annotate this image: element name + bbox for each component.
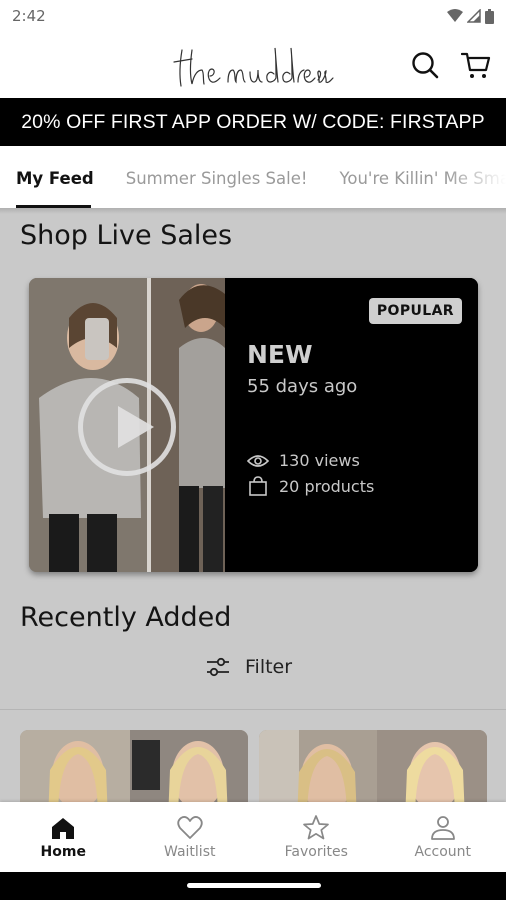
- tabs-fade: [446, 146, 506, 208]
- star-icon: [303, 815, 330, 840]
- bottom-navigation: Home Waitlist Favorites Account: [0, 802, 506, 872]
- section-divider: [0, 709, 506, 710]
- live-sale-date: 55 days ago: [247, 376, 358, 397]
- system-navigation-bar: [0, 872, 506, 900]
- shopping-bag-icon: [249, 476, 267, 496]
- status-bar: 2:42: [0, 0, 506, 32]
- tab-summer-singles-sale[interactable]: Summer Singles Sale!: [110, 146, 324, 208]
- live-sale-title: NEW: [247, 340, 313, 369]
- tab-my-feed[interactable]: My Feed: [0, 146, 110, 208]
- battery-icon: [485, 8, 494, 24]
- promo-banner[interactable]: 20% OFF FIRST APP ORDER W/ CODE: FIRSTAP…: [0, 98, 506, 146]
- nav-waitlist[interactable]: Waitlist: [127, 802, 254, 872]
- person-icon: [430, 816, 455, 840]
- nav-home-label: Home: [40, 844, 86, 860]
- header-shadow: [0, 208, 506, 214]
- products-count: 20 products: [279, 476, 375, 496]
- filter-button[interactable]: Filter: [205, 656, 292, 678]
- nav-waitlist-label: Waitlist: [164, 844, 216, 860]
- home-icon: [52, 818, 75, 839]
- status-time: 2:42: [12, 7, 46, 25]
- app-screen: 2:42 20% OFF FIRST APP ORDER W/ CODE: FI…: [0, 0, 506, 900]
- wifi-icon: [447, 9, 463, 22]
- filter-sliders-icon: [207, 657, 229, 677]
- heart-icon: [177, 816, 203, 839]
- nav-account-label: Account: [414, 844, 472, 860]
- search-icon[interactable]: [410, 50, 440, 80]
- play-button[interactable]: [78, 378, 176, 476]
- views-count: 130 views: [279, 451, 360, 470]
- promo-text: 20% OFF FIRST APP ORDER W/ CODE: FIRSTAP…: [21, 110, 485, 133]
- nav-home[interactable]: Home: [0, 802, 127, 872]
- live-sale-thumbnail: [29, 278, 225, 572]
- live-sale-info: POPULAR NEW 55 days ago 130 views 20 pro…: [225, 278, 478, 572]
- app-header: [0, 32, 506, 98]
- nav-account[interactable]: Account: [380, 802, 506, 872]
- products-row: 20 products: [247, 476, 374, 496]
- popular-badge: POPULAR: [368, 298, 462, 324]
- category-tabs: My Feed Summer Singles Sale! You're Kill…: [0, 146, 506, 208]
- status-icons: [447, 8, 494, 24]
- section-title-recent: Recently Added: [20, 602, 232, 633]
- filter-label: Filter: [245, 656, 293, 678]
- eye-icon: [247, 454, 269, 467]
- views-row: 130 views: [247, 451, 360, 470]
- brand-logo[interactable]: [170, 40, 340, 92]
- section-title-live: Shop Live Sales: [20, 220, 233, 251]
- nav-favorites-label: Favorites: [284, 844, 348, 860]
- cart-icon[interactable]: [461, 50, 491, 80]
- signal-icon: [467, 9, 481, 23]
- live-sale-card[interactable]: POPULAR NEW 55 days ago 130 views 20 pro…: [29, 278, 478, 572]
- nav-favorites[interactable]: Favorites: [253, 802, 380, 872]
- home-gesture-pill[interactable]: [187, 883, 321, 888]
